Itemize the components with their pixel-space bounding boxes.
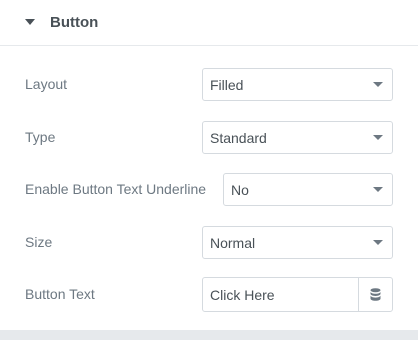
underline-select[interactable]: No bbox=[223, 173, 393, 206]
layout-label: Layout bbox=[25, 76, 68, 92]
size-select-value: Normal bbox=[210, 235, 256, 251]
dynamic-tags-button[interactable] bbox=[358, 278, 392, 311]
chevron-down-icon bbox=[373, 187, 383, 192]
button-text-input[interactable]: Click Here bbox=[202, 277, 393, 312]
database-icon bbox=[370, 288, 381, 301]
caret-down-icon bbox=[25, 19, 35, 25]
size-label: Size bbox=[25, 234, 53, 250]
chevron-down-icon bbox=[373, 82, 383, 87]
type-select-value: Standard bbox=[210, 130, 267, 146]
underline-label: Enable Button Text Underline bbox=[25, 181, 207, 197]
type-label: Type bbox=[25, 129, 56, 145]
layout-select[interactable]: Filled bbox=[202, 68, 393, 101]
layout-select-value: Filled bbox=[210, 77, 244, 93]
chevron-down-icon bbox=[373, 240, 383, 245]
type-select[interactable]: Standard bbox=[202, 121, 393, 154]
button-text-label: Button Text bbox=[25, 286, 95, 302]
chevron-down-icon bbox=[373, 135, 383, 140]
size-select[interactable]: Normal bbox=[202, 226, 393, 259]
section-title: Button bbox=[50, 14, 99, 31]
button-text-value[interactable]: Click Here bbox=[210, 286, 275, 304]
section-header-button[interactable]: Button bbox=[0, 0, 418, 46]
panel-bottom-divider bbox=[0, 330, 418, 340]
underline-select-value: No bbox=[231, 182, 249, 198]
